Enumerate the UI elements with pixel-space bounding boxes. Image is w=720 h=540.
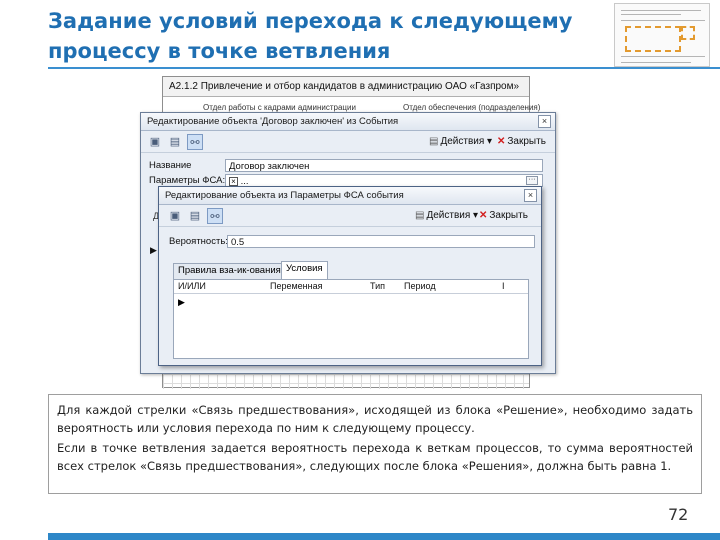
explanation-paragraph-1: Для каждой стрелки «Связь предшествовани… <box>57 403 693 435</box>
thumbnail-highlight <box>625 26 681 52</box>
explanation-box: Для каждой стрелки «Связь предшествовани… <box>48 394 702 494</box>
col-type: Тип <box>370 281 386 291</box>
properties-icon[interactable]: ▤ <box>167 134 183 150</box>
fsa-dialog-titlebar: Редактирование объекта из Параметры ФСА … <box>159 187 541 205</box>
col-and-or: И/ИЛИ <box>178 281 206 291</box>
params-checkbox[interactable]: × <box>229 177 238 186</box>
link-icon[interactable]: ⚯ <box>207 208 223 224</box>
tab-interaction-rules[interactable]: Правила вза-ик-ования <box>173 263 286 279</box>
col-variable: Переменная <box>270 281 323 291</box>
table-row[interactable]: ▶ <box>174 295 528 309</box>
save-icon[interactable]: ▣ <box>167 208 183 224</box>
probability-input[interactable]: 0.5 <box>227 235 535 248</box>
actions-menu[interactable]: ▤ Действия ▾ <box>429 135 492 149</box>
link-icon[interactable]: ⚯ <box>187 134 203 150</box>
fsa-dialog-toolbar: ▣ ▤ ⚯ ▤ Действия ▾ ✕ Закрыть <box>159 205 541 227</box>
close-label: Закрыть <box>507 136 546 147</box>
title-underline <box>48 67 602 69</box>
close-button[interactable]: ✕ Закрыть <box>497 135 546 149</box>
footer-bar <box>48 533 720 540</box>
event-dialog-close-icon[interactable]: × <box>538 115 551 128</box>
actions-label: Действия <box>440 136 485 147</box>
params-ellipsis-button[interactable]: ··· <box>526 176 538 185</box>
col-period: Период <box>404 281 436 291</box>
explanation-paragraph-2: Если в точке ветвления задается вероятно… <box>57 441 693 473</box>
col-extra: I <box>502 281 505 291</box>
row-selector-arrow: ▶ <box>150 245 157 255</box>
save-icon[interactable]: ▣ <box>147 134 163 150</box>
actions-icon: ▤ <box>429 136 439 147</box>
close-label: Закрыть <box>489 210 528 221</box>
tab-conditions[interactable]: Условия <box>281 261 328 279</box>
diagram-column-1: Отдел работы с кадрами администрации <box>203 103 356 112</box>
thumbnail-highlight-small <box>681 26 695 40</box>
probability-label: Вероятность: <box>169 236 228 247</box>
actions-menu[interactable]: ▤ Действия ▾ <box>415 209 478 223</box>
fsa-dialog-close-icon[interactable]: × <box>524 189 537 202</box>
close-x-icon: ✕ <box>497 136 506 147</box>
actions-label: Действия <box>426 210 471 221</box>
event-dialog-toolbar: ▣ ▤ ⚯ ▤ Действия ▾ ✕ Закрыть <box>141 131 555 153</box>
event-dialog-titlebar: Редактирование объекта 'Договор заключен… <box>141 113 555 131</box>
event-dialog-title: Редактирование объекта 'Договор заключен… <box>147 116 399 127</box>
actions-icon: ▤ <box>415 210 425 221</box>
name-field-row: Название Договор заключен <box>149 159 545 172</box>
fsa-dialog-title: Редактирование объекта из Параметры ФСА … <box>165 190 404 201</box>
fsa-params-dialog: Редактирование объекта из Параметры ФСА … <box>158 186 542 366</box>
process-thumbnail <box>614 3 710 67</box>
probability-field-row: Вероятность: 0.5 <box>169 235 535 248</box>
conditions-table: И/ИЛИ Переменная Тип Период I ▶ <box>173 279 529 359</box>
diagram-title: A2.1.2 Привлечение и отбор кандидатов в … <box>163 77 529 97</box>
title-underline-right <box>602 67 720 69</box>
close-button[interactable]: ✕ Закрыть <box>479 209 528 223</box>
row-marker: ▶ <box>178 297 185 307</box>
name-input[interactable]: Договор заключен <box>225 159 543 172</box>
name-label: Название <box>149 160 192 171</box>
slide-title: Задание условий перехода к следующему пр… <box>48 9 573 63</box>
properties-icon[interactable]: ▤ <box>187 208 203 224</box>
page-number: 72 <box>668 505 689 524</box>
conditions-table-header: И/ИЛИ Переменная Тип Период I <box>174 280 528 294</box>
close-x-icon: ✕ <box>479 210 488 221</box>
diagram-column-2: Отдел обеспечения (подразделения) <box>403 103 541 112</box>
